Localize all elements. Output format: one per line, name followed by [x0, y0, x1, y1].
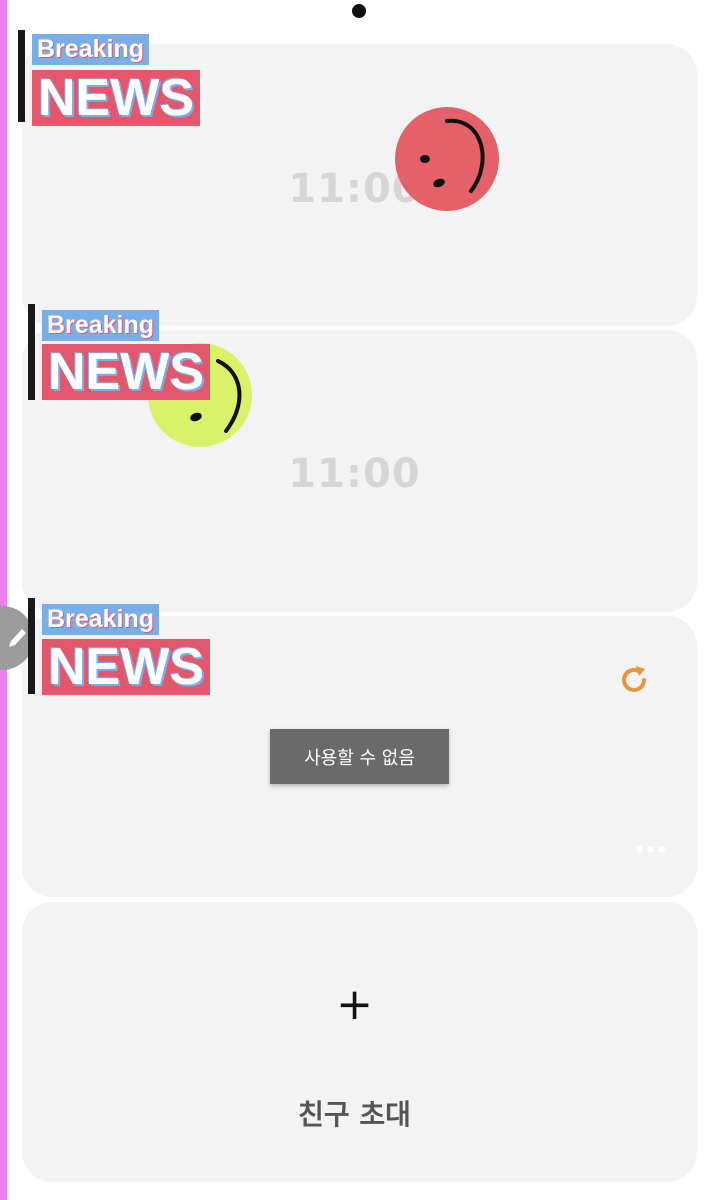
- time-label-2: 11:00: [288, 451, 421, 497]
- sticker-bar: [28, 304, 35, 400]
- smiley-red-icon: [395, 107, 499, 211]
- sticker-bar: [18, 30, 25, 122]
- add-icon[interactable]: +: [0, 975, 709, 1035]
- breaking-news-sticker-1[interactable]: Breaking NEWS: [18, 30, 218, 130]
- breaking-news-sticker-2[interactable]: Breaking NEWS: [28, 304, 228, 404]
- dot-icon: [352, 4, 366, 18]
- time-label-1: 11:00: [288, 166, 421, 212]
- pencil-icon: [9, 629, 26, 647]
- refresh-icon[interactable]: [617, 663, 651, 697]
- sticker-breaking-text: Breaking: [42, 310, 159, 341]
- sticker-news-text: NEWS: [42, 344, 210, 400]
- breaking-news-sticker-3[interactable]: Breaking NEWS: [28, 598, 228, 698]
- sticker-news-text: NEWS: [32, 70, 200, 126]
- more-horizontal-icon[interactable]: [636, 846, 665, 853]
- sticker-bar: [28, 598, 35, 694]
- sticker-news-text: NEWS: [42, 639, 210, 695]
- invite-friend-card[interactable]: [22, 902, 697, 1182]
- sticker-breaking-text: Breaking: [32, 34, 149, 65]
- unavailable-toast: 사용할 수 없음: [270, 729, 449, 784]
- invite-friend-label: 친구 초대: [298, 1098, 411, 1131]
- sticker-breaking-text: Breaking: [42, 604, 159, 635]
